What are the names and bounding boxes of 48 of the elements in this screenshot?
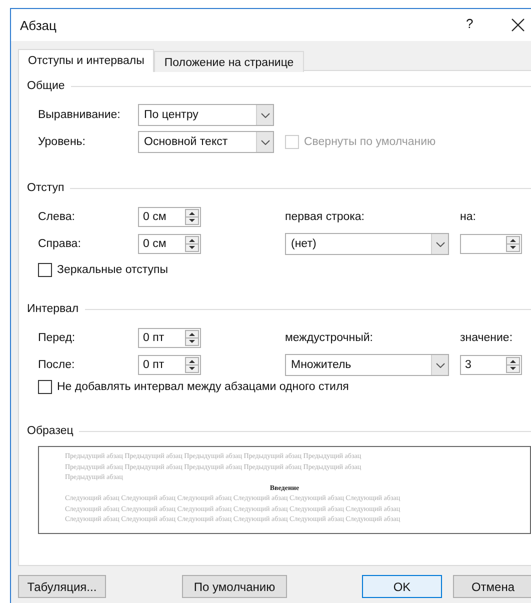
spin-arrows-icon[interactable] bbox=[185, 357, 199, 373]
chevron-down-icon bbox=[436, 242, 444, 246]
field-label: Выравнивание: bbox=[38, 109, 122, 121]
spin-field[interactable]: 3 bbox=[460, 355, 522, 375]
help-button[interactable]: ? bbox=[466, 16, 474, 31]
dialog-button[interactable]: Отмена bbox=[453, 575, 531, 598]
spin-arrows-icon[interactable] bbox=[185, 209, 199, 225]
dropdown[interactable]: По центру bbox=[138, 104, 274, 126]
spin-field[interactable]: 0 см bbox=[138, 234, 201, 254]
dropdown[interactable]: Основной текст bbox=[138, 131, 274, 153]
field-label: После: bbox=[38, 359, 76, 371]
spin-arrows-icon[interactable] bbox=[506, 236, 520, 252]
group-title: Общие bbox=[27, 80, 65, 92]
dropdown[interactable]: Множитель bbox=[285, 354, 449, 376]
dialog-button[interactable]: Табуляция... bbox=[18, 575, 106, 598]
dropdown[interactable]: (нет) bbox=[285, 233, 449, 255]
chevron-down-icon bbox=[436, 362, 444, 368]
field-label: Перед: bbox=[38, 332, 76, 344]
tab[interactable]: Положение на странице bbox=[154, 51, 304, 72]
field-label: Уровень: bbox=[38, 136, 86, 148]
spin-field[interactable] bbox=[460, 234, 522, 254]
close-icon[interactable] bbox=[511, 18, 525, 32]
field-label: междустрочный: bbox=[285, 332, 374, 344]
spin-field[interactable]: 0 пт bbox=[138, 355, 201, 375]
group-title: Отступ bbox=[27, 182, 64, 194]
checkbox-label: Свернуты по умолчанию bbox=[304, 136, 436, 148]
dialog-button[interactable]: По умолчанию bbox=[182, 575, 287, 598]
group-title: Образец bbox=[27, 425, 74, 437]
checkbox-label: Зеркальные отступы bbox=[57, 264, 168, 276]
field-label: на: bbox=[460, 211, 476, 223]
checkbox[interactable] bbox=[38, 380, 52, 394]
tab[interactable]: Отступы и интервалы bbox=[18, 49, 154, 72]
spin-arrows-icon[interactable] bbox=[185, 236, 199, 252]
field-label: Слева: bbox=[38, 211, 76, 223]
group-title: Интервал bbox=[27, 303, 79, 315]
spin-field[interactable]: 0 см bbox=[138, 207, 201, 227]
field-label: Справа: bbox=[38, 238, 82, 250]
chevron-down-icon bbox=[260, 112, 270, 118]
checkbox-label: Не добавлять интервал между абзацами одного стиля bbox=[57, 381, 349, 393]
spin-arrows-icon[interactable] bbox=[185, 330, 199, 346]
field-label: первая строка: bbox=[285, 211, 366, 223]
field-label: значение: bbox=[460, 332, 513, 344]
chevron-down-icon bbox=[260, 140, 270, 144]
dialog-button[interactable]: OK bbox=[362, 575, 442, 598]
window-title: Абзац bbox=[20, 18, 56, 32]
spin-arrows-icon[interactable] bbox=[506, 357, 520, 373]
checkbox[interactable] bbox=[38, 263, 52, 277]
spin-field[interactable]: 0 пт bbox=[138, 328, 201, 348]
